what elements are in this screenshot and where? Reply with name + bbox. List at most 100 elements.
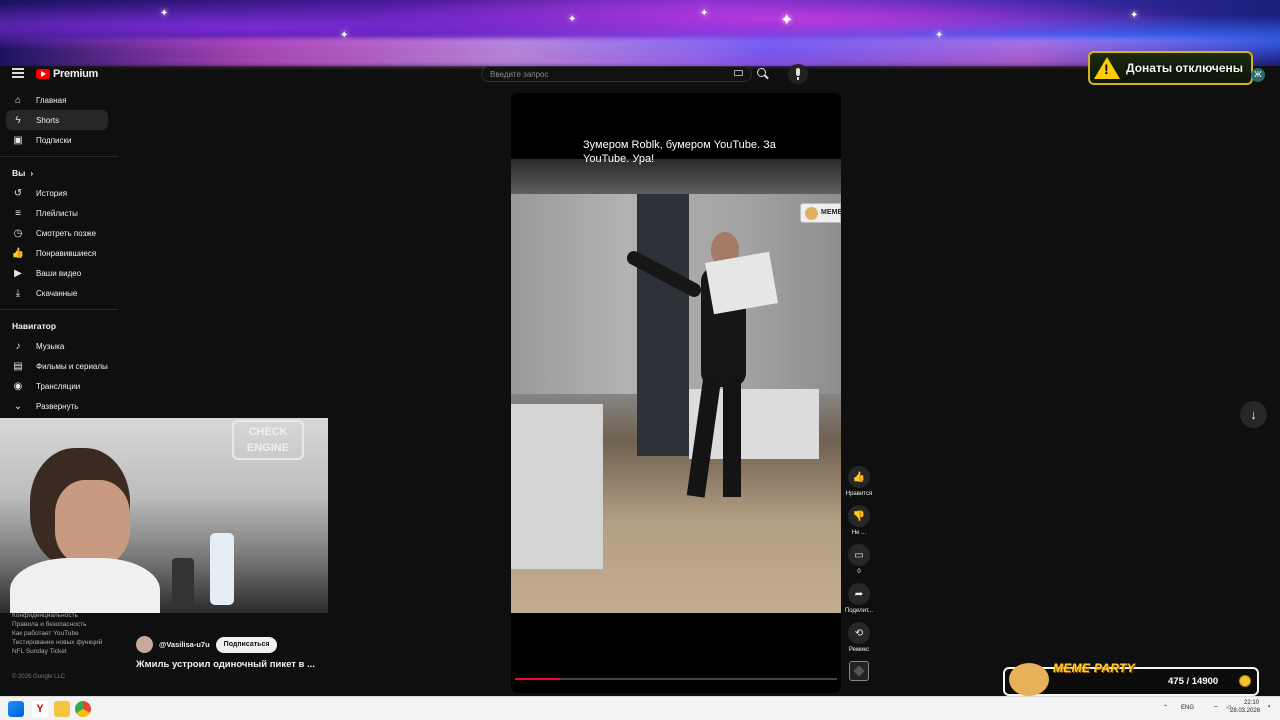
menu-icon[interactable] [12,68,24,78]
home-icon: ⌂ [14,94,22,106]
file-explorer-icon[interactable] [54,701,70,717]
keyboard-icon[interactable] [734,70,743,76]
video-title[interactable]: Жмиль устроил одиночный пикет в ... [136,659,315,670]
liked-icon: 👍 [11,247,25,259]
neon-sign: CHECK ENGINE [232,420,304,460]
footer-link[interactable]: NFL Sunday Ticket [12,648,122,657]
sound-thumbnail[interactable] [849,661,869,681]
footer-link[interactable]: Как работает YouTube [12,630,122,639]
progress-fill [515,678,561,680]
action-label: 0 [857,569,861,575]
share-button[interactable]: ➦ Поделит... [842,583,876,618]
sidebar-item-label: Плейлисты [36,208,78,218]
sidebar-item-music[interactable]: ♪ Музыка [6,336,108,356]
video-frame [511,159,841,613]
star-icon: ✦ [340,30,349,41]
history-icon: ↺ [13,187,23,199]
chevron-down-icon: ⌄ [13,400,23,412]
sidebar-item-label: Понравившиеся [36,248,97,258]
search-icon[interactable] [757,68,769,80]
streamer-shirt [10,558,160,613]
sidebar-item-label: Ваши видео [36,268,82,278]
subscribe-button[interactable]: Подписаться [215,636,278,653]
meme-watermark: MEME [800,203,841,223]
sidebar-item-home[interactable]: ⌂ Главная [6,90,108,110]
meme-party-title: MEME PARTY [1053,661,1135,675]
action-label: Не ... [851,530,867,536]
next-short-button[interactable]: ↓ [1240,401,1267,428]
downloads-icon: ⤓ [15,287,21,299]
dislike-button[interactable]: 👎 Не ... [842,505,876,540]
video-sofa [511,404,603,569]
chrome-icon[interactable] [75,701,91,717]
remix-button[interactable]: ⟲ Ремикс [842,622,876,657]
mic-icon[interactable] [788,64,808,84]
thumbs-up-icon: 👍 [848,466,870,488]
watch-later-icon: ◷ [13,227,23,239]
tray-up-icon[interactable]: ⌃ [1163,704,1168,711]
sidebar-item-expand[interactable]: ⌄ Развернуть [6,396,108,416]
clock-time[interactable]: 22:10 [1244,700,1259,706]
streamer-face [55,480,130,565]
sidebar: ⌂ Главная ϟ Shorts ▣ Подписки Вы › ↺ История … [0,90,120,416]
language-indicator[interactable]: ENG [1181,705,1194,711]
movies-icon: ▤ [13,360,23,372]
channel-name[interactable]: @Vasilisa-u7u [159,640,210,649]
section-you[interactable]: Вы › [0,163,120,183]
channel-row: @Vasilisa-u7u Подписаться [136,636,278,653]
sidebar-item-history[interactable]: ↺ История [6,183,108,203]
footer-link[interactable]: Конфиденциальность [12,612,122,621]
section-title: Вы [12,168,26,178]
star-icon: ✦ [1130,10,1139,21]
sidebar-item-live[interactable]: ◉ Трансляции [6,376,108,396]
sidebar-item-label: История [36,188,68,198]
warning-icon [1094,57,1120,79]
subscriptions-icon: ▣ [13,134,23,146]
notifications-icon[interactable]: ▪ [1268,704,1270,710]
playlists-icon: ≡ [15,207,21,219]
sidebar-item-label: Музыка [36,341,65,351]
video-progress[interactable] [515,678,837,680]
star-icon: ✦ [568,14,577,25]
wifi-icon[interactable]: ⌔ [1213,704,1219,712]
chat-avatar[interactable]: Ж [1251,68,1265,82]
sidebar-item-subscriptions[interactable]: ▣ Подписки [6,130,108,150]
channel-avatar[interactable] [136,636,153,653]
sidebar-item-liked[interactable]: 👍 Понравившиеся [6,243,108,263]
sidebar-item-downloads[interactable]: ⤓ Скачанные [6,283,108,303]
meme-party-count: 475 / 14900 [1168,676,1219,687]
like-button[interactable]: 👍 Нравится [842,466,876,501]
remix-icon: ⟲ [848,622,870,644]
divider [0,156,118,157]
search-input[interactable]: Введите запрос [481,66,752,82]
sidebar-item-label: Трансляции [36,381,81,391]
sidebar-item-shorts[interactable]: ϟ Shorts [6,110,108,130]
video-caption: Зумером Roblk, бумером YouTube. За YouTu… [583,139,776,165]
shorts-player[interactable]: Зумером Roblk, бумером YouTube. За YouTu… [511,93,841,693]
thumbs-down-icon: 👎 [848,505,870,527]
shorts-icon: ϟ [15,114,21,126]
star-icon: ✦ [700,8,709,19]
sidebar-item-watch-later[interactable]: ◷ Смотреть позже [6,223,108,243]
taskbar: Y ⌃ ENG ⌔ ◁ 22:10 28.03.2026 ▪ [0,696,1280,720]
your-videos-icon: ▶ [14,267,22,279]
video-paper-sign [704,251,779,315]
webcam-overlay: CHECK ENGINE [0,418,328,613]
chevron-right-icon: › [30,168,34,178]
star-icon: ✦ [160,8,169,19]
action-label: Поделит... [844,608,874,614]
sidebar-item-playlists[interactable]: ≡ Плейлисты [6,203,108,223]
footer-link[interactable]: Тестирование новых функций [12,639,122,648]
youtube-logo[interactable]: Premium [36,68,98,80]
yandex-browser-icon[interactable]: Y [32,701,48,717]
sidebar-item-movies[interactable]: ▤ Фильмы и сериалы [6,356,108,376]
donations-label: Донаты отключены [1126,61,1244,75]
windows-start-icon[interactable] [8,701,24,717]
clock-date[interactable]: 28.03.2026 [1230,708,1260,714]
sidebar-item-label: Подписки [36,135,72,145]
footer-link[interactable]: Правила и безопасность [12,621,122,630]
comments-button[interactable]: ▭ 0 [842,544,876,579]
sidebar-item-your-videos[interactable]: ▶ Ваши видео [6,263,108,283]
bottle [210,533,234,605]
meme-party-widget: MEME PARTY 475 / 14900 [1003,661,1259,696]
